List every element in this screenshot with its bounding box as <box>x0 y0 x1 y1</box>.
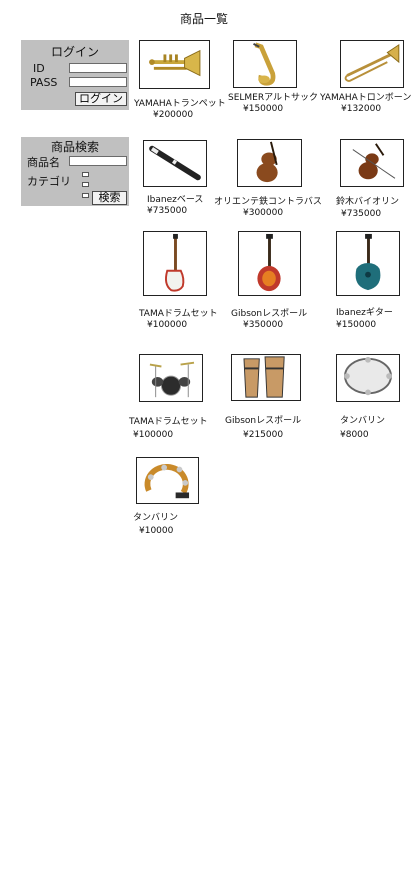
product-name[interactable]: Ibanezベース <box>147 192 203 205</box>
product-name[interactable]: TAMAドラムセット <box>129 414 208 427</box>
contrabass-icon <box>256 141 278 183</box>
product-name[interactable]: TAMAドラムセット <box>139 306 218 319</box>
category-checkbox-2[interactable] <box>82 182 89 187</box>
product-name[interactable]: Gibsonレスポール <box>231 306 307 319</box>
electric-guitar-icon <box>257 233 281 292</box>
violin-icon <box>352 143 396 180</box>
search-heading: 商品検索 <box>50 140 99 154</box>
search-panel: 商品検索 商品名 カテゴリ 検索 <box>21 137 129 206</box>
product-price: ¥350000 <box>243 320 284 330</box>
login-button[interactable]: ログイン <box>75 92 127 106</box>
trombone-icon <box>344 43 400 83</box>
trumpet-icon <box>149 49 201 77</box>
product-name-input[interactable] <box>69 156 127 166</box>
login-heading: ログイン <box>50 45 99 59</box>
product-name[interactable]: オリエンテ鉄コントラバス <box>214 194 322 207</box>
product-image-recorder[interactable] <box>143 140 207 187</box>
product-image-electric-guitar[interactable] <box>238 231 301 296</box>
drum-kit-icon <box>149 361 195 398</box>
pass-label: PASS <box>30 76 58 89</box>
id-label: ID <box>33 62 45 75</box>
product-price: ¥300000 <box>243 208 284 218</box>
product-price: ¥150000 <box>243 104 284 114</box>
product-name[interactable]: タンバリン <box>133 510 178 523</box>
product-price: ¥100000 <box>133 430 174 440</box>
product-price: ¥735000 <box>341 209 382 219</box>
product-price: ¥215000 <box>243 430 284 440</box>
category-checkbox-3[interactable] <box>82 193 89 198</box>
product-price: ¥100000 <box>147 320 188 330</box>
product-image-contrabass[interactable] <box>237 139 302 187</box>
product-image-acoustic-guitar[interactable] <box>336 231 400 296</box>
product-image-trombone[interactable] <box>340 40 404 88</box>
acoustic-guitar-icon <box>355 233 381 291</box>
search-button[interactable]: 検索 <box>92 191 127 205</box>
product-image-saxophone[interactable] <box>233 40 297 88</box>
product-name[interactable]: Ibanezギター <box>336 305 393 318</box>
product-name[interactable]: YAMAHAトランペット <box>134 96 226 109</box>
recorder-icon <box>149 145 201 181</box>
product-image-tambourine[interactable] <box>336 354 400 402</box>
product-price: ¥8000 <box>340 430 369 440</box>
product-name[interactable]: SELMERアルトサック <box>228 90 318 103</box>
conga-drums-icon <box>243 356 285 398</box>
pass-input[interactable] <box>69 77 127 87</box>
product-price: ¥132000 <box>341 104 382 114</box>
bass-guitar-icon <box>165 233 185 292</box>
product-name[interactable]: タンバリン <box>340 413 385 426</box>
category-checkbox-1[interactable] <box>82 172 89 177</box>
login-panel: ログイン ID PASS ログイン <box>21 40 129 110</box>
saxophone-icon <box>253 42 276 86</box>
tambourine-icon <box>344 356 392 396</box>
product-image-drum-kit[interactable] <box>139 354 203 402</box>
tambourine-ring-icon <box>144 464 190 499</box>
product-image-violin[interactable] <box>340 139 404 187</box>
product-price: ¥150000 <box>336 320 377 330</box>
product-price: ¥200000 <box>153 110 194 120</box>
product-name-label: 商品名 <box>27 156 60 169</box>
product-name[interactable]: 鈴木バイオリン <box>336 194 399 207</box>
page-title: 商品一覧 <box>179 12 228 26</box>
id-input[interactable] <box>69 63 127 73</box>
product-image-trumpet[interactable] <box>139 40 210 89</box>
product-price: ¥10000 <box>139 526 174 536</box>
product-price: ¥735000 <box>147 206 188 216</box>
category-label: カテゴリ <box>27 175 71 188</box>
product-name[interactable]: YAMAHAトロンボーン <box>320 90 411 103</box>
product-image-conga-drums[interactable] <box>231 354 301 401</box>
product-image-bass-guitar[interactable] <box>143 231 207 296</box>
product-name[interactable]: Gibsonレスポール <box>225 413 301 426</box>
product-image-tambourine-ring[interactable] <box>136 457 199 504</box>
